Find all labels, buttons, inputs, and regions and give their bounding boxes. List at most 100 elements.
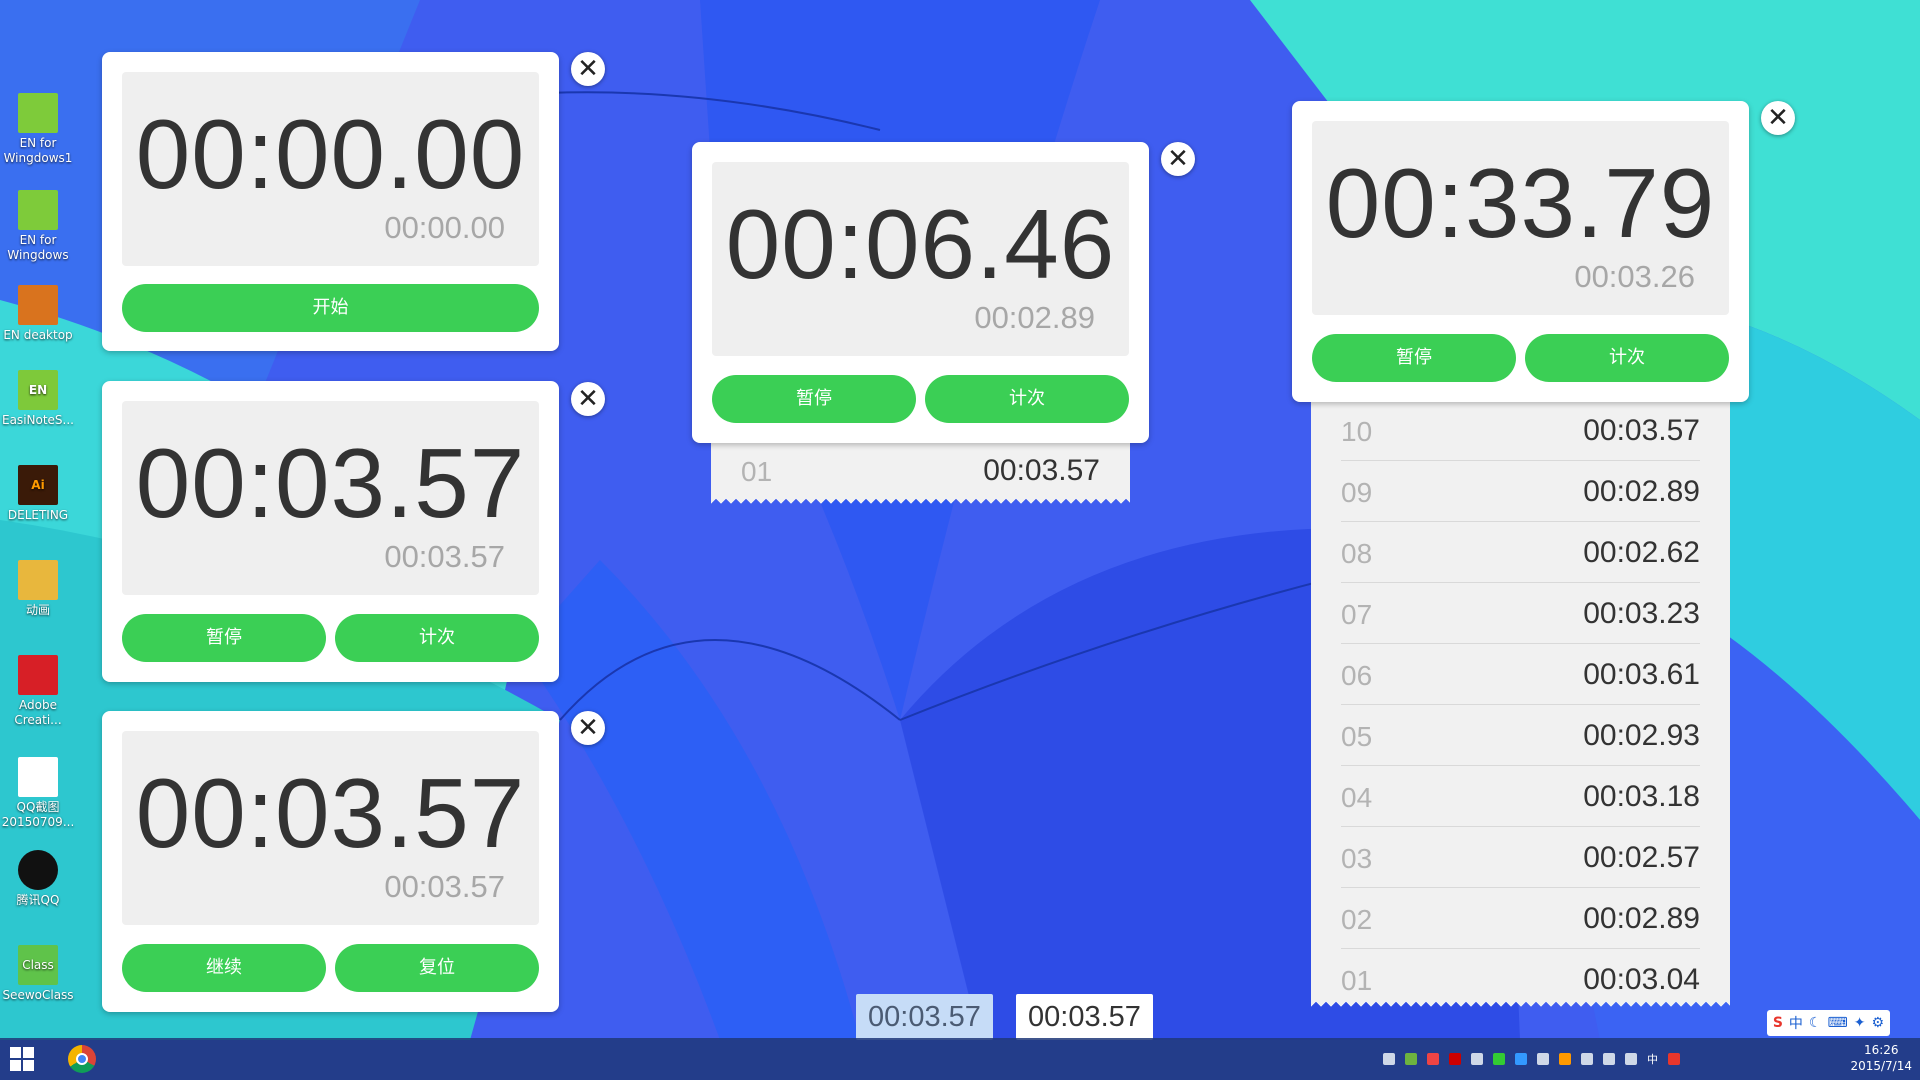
close-icon[interactable]: ✕ <box>571 382 605 416</box>
lap-row: 10 00:03.57 <box>1341 400 1700 461</box>
lap-value: 00:02.62 <box>1583 536 1700 569</box>
windows-logo-icon <box>10 1060 21 1071</box>
creative-cloud-icon <box>18 655 58 695</box>
tray-icon[interactable] <box>1449 1053 1461 1065</box>
torn-edge <box>1311 1000 1730 1008</box>
ime-toolbar[interactable]: S 中 ☾ ⌨ ✦ ⚙ <box>1766 1010 1890 1036</box>
desktop-icon-en-desktop[interactable]: EN deaktop <box>0 285 76 343</box>
shield-icon[interactable] <box>1515 1053 1527 1065</box>
lap-time: 00:03.57 <box>384 539 505 574</box>
stopwatch-display: 00:03.57 00:03.57 <box>122 731 539 925</box>
torn-edge <box>711 497 1130 505</box>
lap-value: 00:02.89 <box>1583 475 1700 508</box>
windows-logo-icon <box>23 1060 34 1071</box>
tray-icon[interactable] <box>1537 1053 1549 1065</box>
close-icon[interactable]: ✕ <box>1761 101 1795 135</box>
stopwatch-3: 00:03.57 00:03.57 继续 复位 <box>102 711 559 1012</box>
lap-number: 05 <box>1341 721 1373 752</box>
mini-timer-chip[interactable]: 00:03.57 <box>1016 994 1153 1040</box>
desktop-icon-label: EN deaktop <box>3 328 73 342</box>
desktop-icon-seewoclass[interactable]: Class SeewoClass <box>0 945 76 1003</box>
lap-number: 04 <box>1341 782 1373 813</box>
lap-row: 07 00:03.23 <box>1341 583 1700 644</box>
desktop-icon-en-for-windows1[interactable]: EN for Wingdows1 <box>0 93 76 166</box>
desktop-icon-label: QQ截图 20150709... <box>1 800 75 829</box>
desktop-icon-easinotes[interactable]: EN EasiNoteS... <box>0 370 76 428</box>
desktop-icon-label: EasiNoteS... <box>2 413 74 427</box>
mini-timer-chip[interactable]: 00:03.57 <box>856 994 993 1040</box>
tray-icon[interactable] <box>1559 1053 1571 1065</box>
lap-list: 10 00:03.57 09 00:02.89 08 00:02.62 07 00:03… <box>1311 400 1730 1008</box>
chrome-icon[interactable] <box>68 1045 96 1073</box>
desktop-icon-tencent-qq[interactable]: 腾讯QQ <box>0 850 76 908</box>
close-icon[interactable]: ✕ <box>1161 142 1195 176</box>
ime-indicator[interactable]: 中 <box>1647 1051 1658 1067</box>
tray-icon[interactable] <box>1383 1053 1395 1065</box>
stopwatch-display: 00:06.46 00:02.89 <box>712 162 1129 356</box>
desktop-icon-label: 腾讯QQ <box>16 893 60 907</box>
taskbar-clock[interactable]: 16:26 2015/7/14 <box>1850 1042 1912 1074</box>
illustrator-icon: Ai <box>18 465 58 505</box>
folder-icon <box>18 560 58 600</box>
tray-icon[interactable] <box>1471 1053 1483 1065</box>
tray-icon[interactable] <box>1427 1053 1439 1065</box>
pause-button[interactable]: 暂停 <box>1312 334 1516 382</box>
volume-icon[interactable] <box>1625 1053 1637 1065</box>
windows-logo-icon <box>10 1047 21 1058</box>
lap-button[interactable]: 计次 <box>335 614 539 662</box>
desktop-icon-label: EN for Wingdows <box>7 233 69 262</box>
reset-button[interactable]: 复位 <box>335 944 539 992</box>
desktop-icon-animation[interactable]: 动画 <box>0 560 76 618</box>
folder-icon <box>18 93 58 133</box>
pause-button[interactable]: 暂停 <box>122 614 326 662</box>
lap-value: 00:02.89 <box>1583 902 1700 935</box>
desktop-icon-deleting[interactable]: Ai DELETING <box>0 465 76 523</box>
lap-value: 00:02.57 <box>1583 841 1700 874</box>
stopwatch-display: 00:03.57 00:03.57 <box>122 401 539 595</box>
main-time: 00:03.57 <box>135 428 526 538</box>
start-button[interactable]: 开始 <box>122 284 539 332</box>
stopwatch-4: 00:06.46 00:02.89 暂停 计次 <box>692 142 1149 443</box>
lap-list: 01 00:03.57 <box>711 440 1130 505</box>
main-time: 00:33.79 <box>1325 148 1716 258</box>
desktop-icon-en-for-wingdows[interactable]: EN for Wingdows <box>0 190 76 263</box>
taskbar: 中 16:26 2015/7/14 <box>0 1038 1920 1080</box>
tray-icon[interactable] <box>1405 1053 1417 1065</box>
lap-number: 01 <box>1341 965 1373 996</box>
lap-button[interactable]: 计次 <box>1525 334 1729 382</box>
shirt-icon: ✦ <box>1853 1015 1866 1031</box>
lap-button[interactable]: 计次 <box>925 375 1129 423</box>
stopwatch-display: 00:00.00 00:00.00 <box>122 72 539 266</box>
lap-time: 00:02.89 <box>974 300 1095 335</box>
keyboard-icon: ⌨ <box>1827 1015 1848 1031</box>
lap-row: 01 00:03.57 <box>741 440 1100 500</box>
pause-button[interactable]: 暂停 <box>712 375 916 423</box>
lap-value: 00:03.57 <box>1583 414 1700 447</box>
image-file-icon <box>18 757 58 797</box>
lap-number: 01 <box>741 456 773 487</box>
windows-logo-icon <box>23 1047 34 1058</box>
lap-time: 00:03.57 <box>384 869 505 904</box>
close-icon[interactable]: ✕ <box>571 711 605 745</box>
close-icon[interactable]: ✕ <box>571 52 605 86</box>
desktop-icon-qq-screenshot[interactable]: QQ截图 20150709... <box>0 757 76 830</box>
tray-icon[interactable] <box>1493 1053 1505 1065</box>
network-icon[interactable] <box>1603 1053 1615 1065</box>
lap-row: 03 00:02.57 <box>1341 827 1700 888</box>
lap-value: 00:03.57 <box>983 454 1100 487</box>
lap-row: 02 00:02.89 <box>1341 888 1700 949</box>
qq-penguin-icon <box>18 850 58 890</box>
lap-number: 06 <box>1341 660 1373 691</box>
system-tray: 中 <box>1383 1038 1680 1080</box>
lap-row: 08 00:02.62 <box>1341 522 1700 583</box>
flag-icon[interactable] <box>1581 1053 1593 1065</box>
lap-number: 02 <box>1341 904 1373 935</box>
start-button[interactable] <box>10 1047 34 1071</box>
lap-value: 00:02.93 <box>1583 719 1700 752</box>
sogou-tray-icon[interactable] <box>1668 1053 1680 1065</box>
lap-time: 00:00.00 <box>384 210 505 245</box>
lap-value: 00:03.23 <box>1583 597 1700 630</box>
resume-button[interactable]: 继续 <box>122 944 326 992</box>
desktop-icon-adobe-creative[interactable]: Adobe Creati... <box>0 655 76 728</box>
desktop-icon-label: DELETING <box>7 508 69 522</box>
